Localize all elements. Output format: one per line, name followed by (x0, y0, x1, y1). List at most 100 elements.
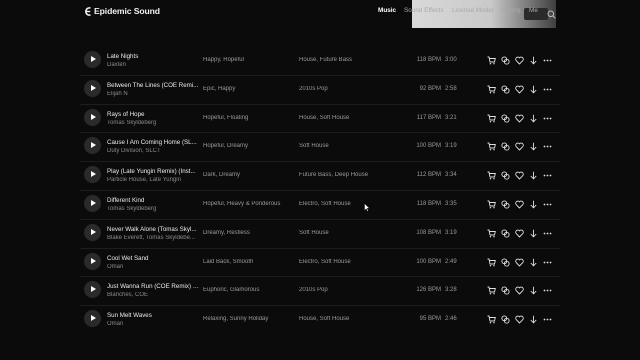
nav-music[interactable]: Music (378, 7, 396, 14)
track-row[interactable]: Late Nights Daxten Happy, Hopeful House, Fu… (80, 47, 560, 73)
track-genres[interactable]: Future Bass, Deep House (299, 172, 409, 178)
track-title[interactable]: Sun Melt Waves (107, 312, 199, 319)
track-genres[interactable]: House, Future Bass (299, 57, 409, 63)
track-genres[interactable]: Electro, Soft House (299, 259, 409, 265)
track-genres[interactable]: Electro, Soft House (299, 201, 409, 207)
track-artist[interactable]: Blake Everett, Tomas Skyldebe... (107, 235, 199, 241)
heart-icon[interactable] (515, 315, 524, 324)
similar-icon[interactable] (501, 286, 510, 295)
track-row[interactable]: Sun Melt Waves Öman Relaxing, Sunny Holida… (80, 306, 560, 332)
play-icon[interactable] (84, 166, 101, 184)
more-icon[interactable] (543, 258, 552, 267)
similar-icon[interactable] (501, 200, 510, 209)
play-icon[interactable] (84, 137, 101, 155)
track-genres[interactable]: 2010s Pop (299, 86, 409, 92)
cart-icon[interactable] (487, 286, 496, 295)
track-artist[interactable]: Öman (107, 264, 199, 270)
cart-icon[interactable] (487, 258, 496, 267)
download-icon[interactable] (529, 56, 538, 65)
similar-icon[interactable] (501, 114, 510, 123)
nav-sound-effects[interactable]: Sound Effects (404, 7, 444, 14)
more-icon[interactable] (543, 171, 552, 180)
more-icon[interactable] (543, 229, 552, 238)
track-row[interactable]: Different Kind Tomas Skyldeberg Hopeful, H… (80, 191, 560, 217)
more-icon[interactable] (543, 142, 552, 151)
download-icon[interactable] (529, 114, 538, 123)
cart-icon[interactable] (487, 200, 496, 209)
download-icon[interactable] (529, 85, 538, 94)
search-icon[interactable] (547, 6, 556, 19)
track-title[interactable]: Never Walk Alone (Tomas Skyl... (107, 226, 199, 233)
heart-icon[interactable] (515, 85, 524, 94)
track-row[interactable]: Between The Lines (COE Remi... Elijah N Ep… (80, 76, 560, 102)
track-moods[interactable]: Euphoric, Glamorous (203, 287, 298, 293)
track-genres[interactable]: Soft House (299, 230, 409, 236)
track-genres[interactable]: Soft House (299, 143, 409, 149)
play-icon[interactable] (84, 108, 101, 126)
download-icon[interactable] (529, 258, 538, 267)
cart-icon[interactable] (487, 114, 496, 123)
track-artist[interactable]: Tomas Skyldeberg (107, 120, 199, 126)
nav-license-model[interactable]: License Model (452, 7, 493, 14)
track-genres[interactable]: 2010s Pop (299, 287, 409, 293)
track-row[interactable]: Never Walk Alone (Tomas Skyl... Blake Eve… (80, 220, 560, 246)
track-title[interactable]: Play (Late Yungin Remix) (Inst... (107, 168, 199, 175)
download-icon[interactable] (529, 229, 538, 238)
track-artist[interactable]: Öman (107, 321, 199, 327)
play-icon[interactable] (84, 51, 101, 68)
play-icon[interactable] (84, 195, 101, 212)
similar-icon[interactable] (501, 171, 510, 180)
track-artist[interactable]: Tomas Skyldeberg (107, 206, 199, 212)
track-genres[interactable]: House, Soft House (299, 115, 409, 121)
track-row[interactable]: Cool Wet Sand Öman Laid Back, Smooth Electr… (80, 249, 560, 275)
similar-icon[interactable] (501, 315, 510, 324)
download-icon[interactable] (529, 142, 538, 151)
similar-icon[interactable] (501, 85, 510, 94)
more-icon[interactable] (543, 200, 552, 209)
similar-icon[interactable] (501, 56, 510, 65)
track-title[interactable]: Different Kind (107, 197, 199, 204)
cart-icon[interactable] (487, 229, 496, 238)
download-icon[interactable] (529, 286, 538, 295)
track-row[interactable]: Rays of Hope Tomas Skyldeberg Hopeful, Flo… (80, 105, 560, 131)
track-artist[interactable]: Blanches, COE (107, 292, 199, 298)
heart-icon[interactable] (515, 171, 524, 180)
similar-icon[interactable] (501, 229, 510, 238)
track-title[interactable]: Rays of Hope (107, 111, 199, 118)
track-moods[interactable]: Dreamy, Restless (203, 230, 298, 236)
similar-icon[interactable] (501, 258, 510, 267)
heart-icon[interactable] (515, 200, 524, 209)
cart-icon[interactable] (487, 56, 496, 65)
track-genres[interactable]: House, Soft House (299, 316, 409, 322)
download-icon[interactable] (529, 200, 538, 209)
nav-pricing[interactable]: Pricing (501, 7, 521, 14)
epidemic-sound-logo[interactable]: Epidemic Sound (84, 5, 160, 17)
track-moods[interactable]: Laid Back, Smooth (203, 259, 298, 265)
download-icon[interactable] (529, 171, 538, 180)
heart-icon[interactable] (515, 258, 524, 267)
cart-icon[interactable] (487, 171, 496, 180)
heart-icon[interactable] (515, 142, 524, 152)
play-icon[interactable] (84, 281, 101, 299)
cart-icon[interactable] (487, 315, 496, 324)
download-icon[interactable] (529, 315, 538, 324)
play-icon[interactable] (84, 223, 101, 241)
heart-icon[interactable] (515, 286, 524, 296)
play-icon[interactable] (84, 79, 101, 97)
heart-icon[interactable] (515, 56, 524, 65)
track-title[interactable]: Just Wanna Run (COE Remix) (... (107, 283, 199, 290)
track-row[interactable]: Just Wanna Run (COE Remix) (... Blanches,… (80, 277, 560, 303)
play-icon[interactable] (84, 252, 101, 270)
more-icon[interactable] (543, 114, 552, 123)
track-moods[interactable]: Epic, Happy (203, 86, 298, 92)
similar-icon[interactable] (501, 142, 510, 151)
track-moods[interactable]: Dark, Dreamy (203, 172, 298, 178)
track-moods[interactable]: Happy, Hopeful (203, 57, 298, 63)
track-moods[interactable]: Relaxing, Sunny Holiday (203, 316, 298, 322)
cart-icon[interactable] (487, 142, 496, 151)
track-artist[interactable]: Particle House, Late Yungin (107, 177, 199, 183)
heart-icon[interactable] (515, 229, 524, 238)
track-artist[interactable]: Duty Division, SLCT (107, 148, 199, 154)
track-moods[interactable]: Hopeful, Heavy & Ponderous (203, 201, 298, 207)
track-title[interactable]: Late Nights (107, 53, 199, 60)
